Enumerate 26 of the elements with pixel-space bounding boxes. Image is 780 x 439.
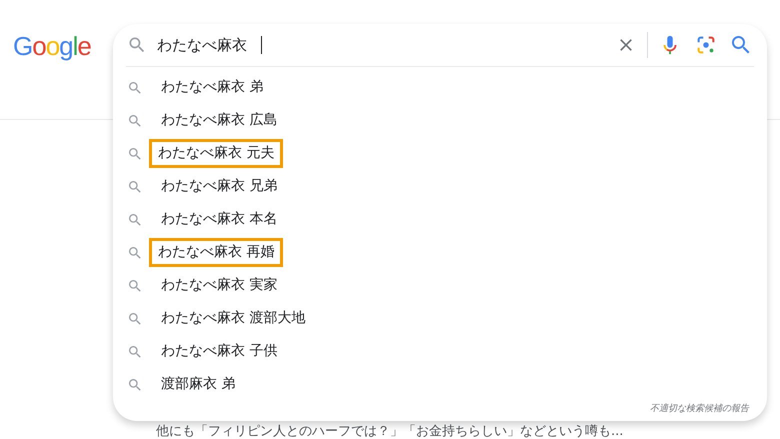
search-icon xyxy=(127,178,143,194)
camera-icon[interactable] xyxy=(695,34,717,56)
suggestion-item[interactable]: わたなべ麻衣 渡部大地 xyxy=(158,305,308,332)
search-icon xyxy=(127,244,143,260)
suggestion-item[interactable]: わたなべ麻衣 兄弟 xyxy=(158,173,280,200)
search-icon xyxy=(127,376,143,392)
suggestion-item[interactable]: わたなべ麻衣 弟 xyxy=(158,74,266,101)
suggestion-item[interactable]: わたなべ麻衣 再婚 xyxy=(149,238,284,267)
suggestion-item[interactable]: わたなべ麻衣 元夫 xyxy=(149,139,284,168)
search-icon xyxy=(127,310,143,326)
suggestion-item[interactable]: わたなべ麻衣 実家 xyxy=(158,272,280,299)
search-icon xyxy=(127,80,143,96)
suggestion-item[interactable]: わたなべ麻衣 子供 xyxy=(158,338,280,365)
search-icon xyxy=(127,146,143,162)
search-icon xyxy=(127,278,143,294)
suggestion-item[interactable]: 渡部麻衣 弟 xyxy=(158,371,238,398)
snippet-text: 他にも「フィリピン人とのハーフでは？」「お金持ちらしい」などという噂も... xyxy=(156,424,624,439)
search-field[interactable]: わたなべ麻衣 xyxy=(157,34,616,56)
suggestion-item[interactable]: わたなべ麻衣 広島 xyxy=(158,107,280,134)
suggestion-item[interactable]: わたなべ麻衣 本名 xyxy=(158,206,280,233)
search-icon xyxy=(127,344,143,360)
google-logo: Google xyxy=(13,30,91,63)
report-link[interactable]: 不適切な検索候補の報告 xyxy=(650,402,749,416)
search-icon xyxy=(127,112,143,128)
search-icon xyxy=(127,35,147,55)
search-icon xyxy=(127,212,143,228)
